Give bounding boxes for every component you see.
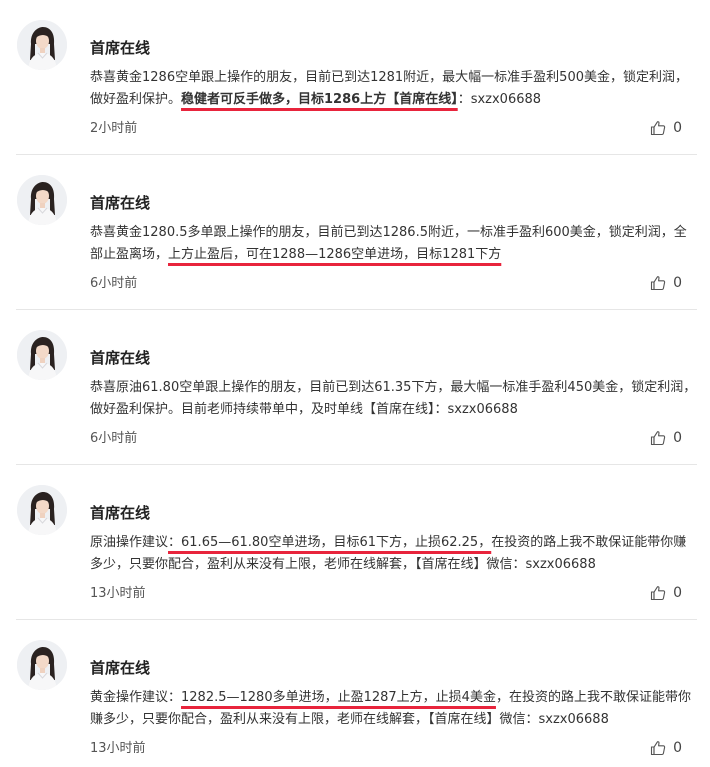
- thumbs-up-icon: [651, 121, 666, 136]
- like-count: 0: [673, 275, 682, 291]
- highlighted-text: 1282.5—1280多单进场，止盈1287上方，止损4美金: [181, 690, 496, 705]
- author-name[interactable]: 首席在线: [90, 38, 150, 58]
- highlighted-text: ：61.65—61.80空单进场，目标61下方，止损62.25，: [168, 535, 492, 550]
- like-count: 0: [673, 585, 682, 601]
- highlighted-text: 上方止盈后，可在1288—1286空单进场，目标1281下方: [168, 247, 502, 262]
- like-button[interactable]: 0: [650, 739, 682, 757]
- timestamp: 13小时前: [90, 741, 146, 756]
- avatar[interactable]: [17, 640, 67, 690]
- comment-item: 首席在线 黄金操作建议：1282.5—1280多单进场，止盈1287上方，止损4…: [0, 620, 710, 767]
- avatar[interactable]: [17, 485, 67, 535]
- text-segment: 恭喜原油61.80空单跟上操作的朋友，目前已到达61.35下方，最大幅一标准手盈…: [90, 380, 697, 417]
- thumbs-up-icon: [651, 431, 666, 446]
- like-count: 0: [673, 740, 682, 756]
- text-segment: 黄金操作建议：: [90, 690, 182, 705]
- comment-text: 恭喜黄金1286空单跟上操作的朋友，目前已到达1281附近，最大幅一标准手盈利5…: [90, 67, 698, 111]
- timestamp: 6小时前: [90, 431, 138, 446]
- text-segment: ：sxzx06688: [457, 92, 542, 107]
- like-count: 0: [673, 120, 682, 136]
- like-button[interactable]: 0: [650, 584, 682, 602]
- author-name[interactable]: 首席在线: [90, 348, 150, 368]
- author-name[interactable]: 首席在线: [90, 503, 150, 523]
- comment-text: 恭喜黄金1280.5多单跟上操作的朋友，目前已到达1286.5附近，一标准手盈利…: [90, 222, 698, 266]
- user-avatar-icon: [17, 175, 67, 225]
- user-avatar-icon: [17, 330, 67, 380]
- comment-feed: 首席在线 恭喜黄金1286空单跟上操作的朋友，目前已到达1281附近，最大幅一标…: [0, 0, 710, 767]
- user-avatar-icon: [17, 640, 67, 690]
- comment-text: 黄金操作建议：1282.5—1280多单进场，止盈1287上方，止损4美金，在投…: [90, 687, 698, 731]
- author-name[interactable]: 首席在线: [90, 658, 150, 678]
- comment-text: 原油操作建议：61.65—61.80空单进场，目标61下方，止损62.25，在投…: [90, 532, 698, 576]
- user-avatar-icon: [17, 20, 67, 70]
- avatar[interactable]: [17, 20, 67, 70]
- comment-item: 首席在线 原油操作建议：61.65—61.80空单进场，目标61下方，止损62.…: [0, 465, 710, 620]
- like-button[interactable]: 0: [650, 429, 682, 447]
- timestamp: 13小时前: [90, 586, 146, 601]
- author-name[interactable]: 首席在线: [90, 193, 150, 213]
- thumbs-up-icon: [651, 741, 666, 756]
- thumbs-up-icon: [651, 586, 666, 601]
- like-button[interactable]: 0: [650, 274, 682, 292]
- comment-item: 首席在线 恭喜原油61.80空单跟上操作的朋友，目前已到达61.35下方，最大幅…: [0, 310, 710, 465]
- comment-item: 首席在线 恭喜黄金1280.5多单跟上操作的朋友，目前已到达1286.5附近，一…: [0, 155, 710, 310]
- comment-item: 首席在线 恭喜黄金1286空单跟上操作的朋友，目前已到达1281附近，最大幅一标…: [0, 0, 710, 155]
- user-avatar-icon: [17, 485, 67, 535]
- timestamp: 2小时前: [90, 121, 138, 136]
- text-segment: 原油操作建议: [90, 535, 169, 550]
- thumbs-up-icon: [651, 276, 666, 291]
- like-count: 0: [673, 430, 682, 446]
- comment-text: 恭喜原油61.80空单跟上操作的朋友，目前已到达61.35下方，最大幅一标准手盈…: [90, 377, 698, 421]
- timestamp: 6小时前: [90, 276, 138, 291]
- like-button[interactable]: 0: [650, 119, 682, 137]
- avatar[interactable]: [17, 330, 67, 380]
- avatar[interactable]: [17, 175, 67, 225]
- highlighted-text: 稳健者可反手做多，目标1286上方【首席在线】: [181, 92, 458, 107]
